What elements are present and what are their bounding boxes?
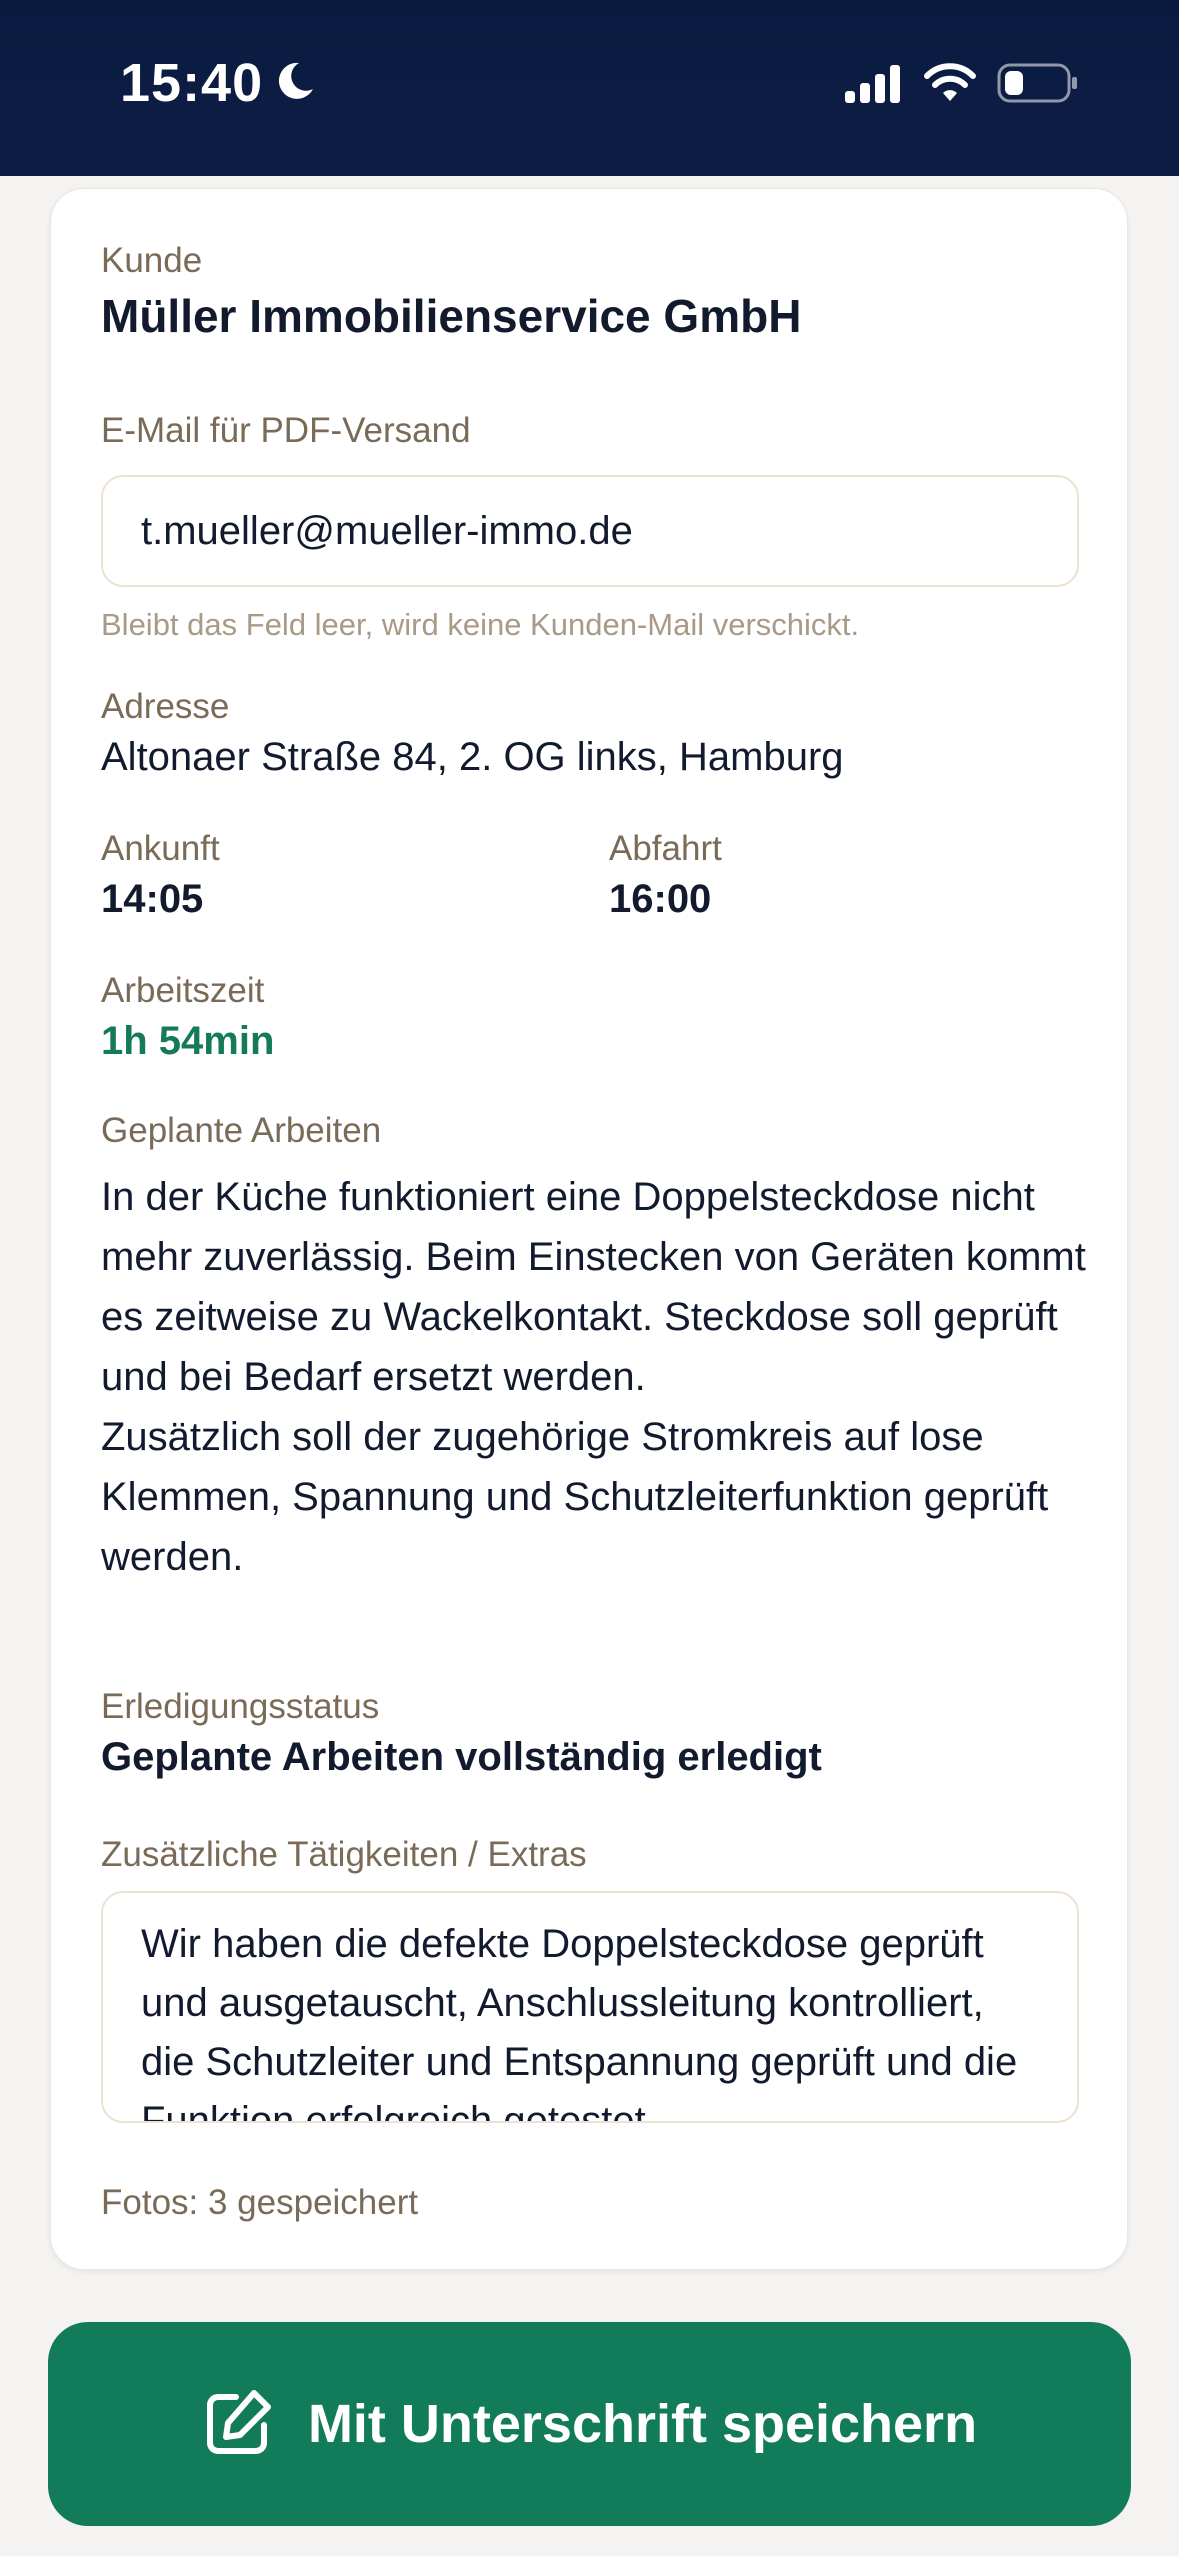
wifi-icon [923,63,977,108]
signal-icon [843,63,903,108]
departure-value: 16:00 [609,877,712,921]
save-with-signature-button[interactable]: Mit Unterschrift speichern [48,2322,1131,2526]
work-time-value: 1h 54min [101,1019,275,1063]
planned-work-text: In der Küche funktioniert eine Doppelste… [101,1175,1086,1579]
order-detail-card: Kunde Müller Immobilienservice GmbH E-Ma… [50,188,1128,2270]
work-time-label: Arbeitszeit [101,971,265,1010]
customer-label: Kunde [101,241,203,280]
planned-work-label: Geplante Arbeiten [101,1111,382,1150]
battery-icon [997,62,1079,109]
edit-icon [202,2387,274,2462]
status-bar: 15:40 [0,0,1179,176]
address-value: Altonaer Straße 84, 2. OG links, Hamburg [101,735,844,779]
departure-label: Abfahrt [609,829,722,868]
arrival-value: 14:05 [101,877,204,921]
email-label: E-Mail für PDF-Versand [101,411,471,450]
customer-name: Müller Immobilienservice GmbH [101,290,802,342]
status-time: 15:40 [120,53,264,113]
arrival-label: Ankunft [101,829,220,868]
completion-status-value: Geplante Arbeiten vollständig erledigt [101,1735,822,1779]
extras-label: Zusätzliche Tätigkeiten / Extras [101,1835,587,1874]
photos-count: Fotos: 3 gespeichert [101,2183,419,2222]
save-button-label: Mit Unterschrift speichern [307,2394,978,2454]
status-icons [843,62,1079,109]
moon-icon [273,59,317,108]
address-label: Adresse [101,687,230,726]
completion-status-label: Erledigungsstatus [101,1687,380,1726]
status-time-group: 15:40 [120,52,317,114]
email-hint: Bleibt das Feld leer, wird keine Kunden-… [101,607,860,642]
email-input[interactable] [101,475,1079,587]
extras-textarea[interactable]: Wir haben die defekte Doppelsteckdose ge… [101,1891,1079,2123]
